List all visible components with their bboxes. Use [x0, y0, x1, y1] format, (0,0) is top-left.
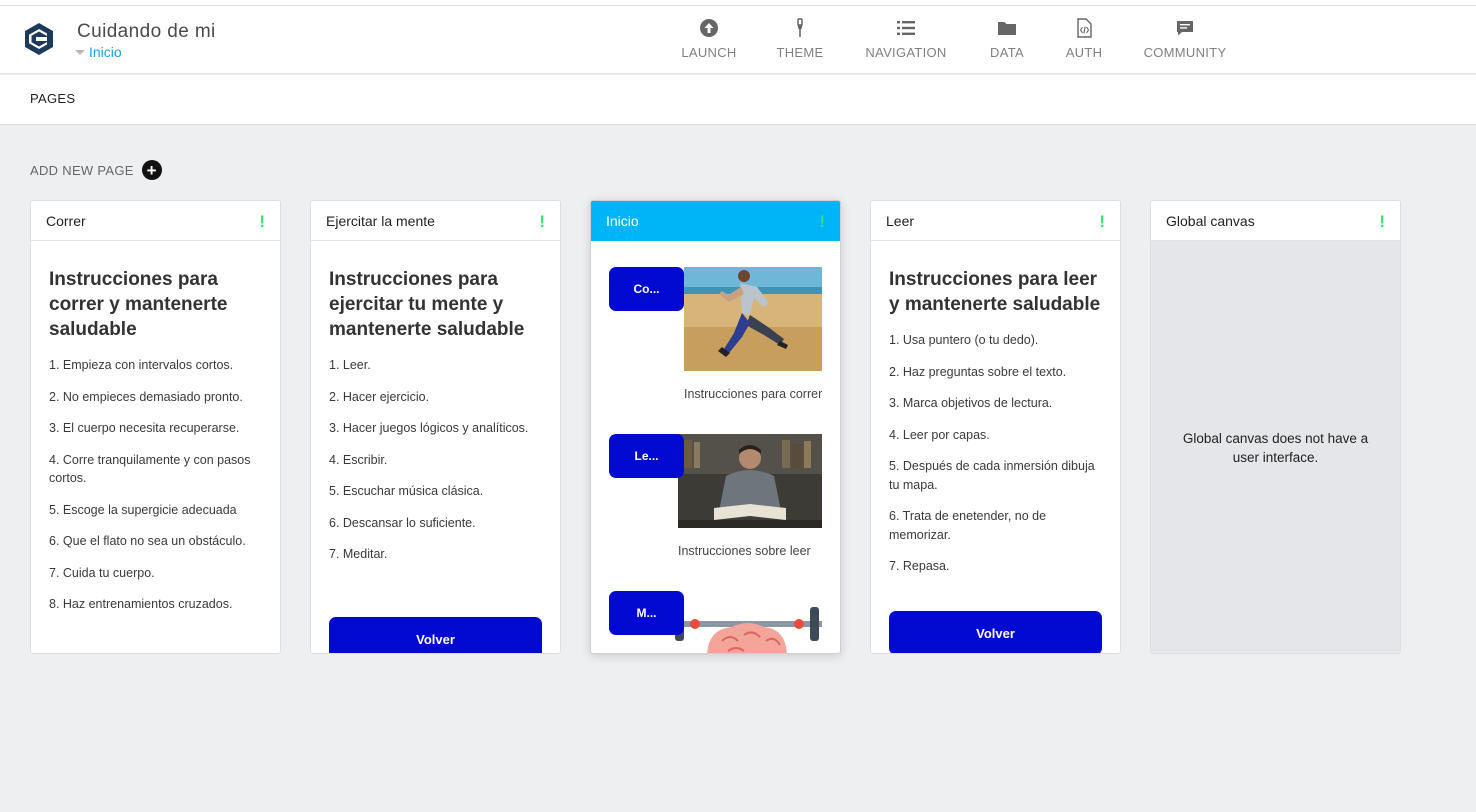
card-heading: Instrucciones para leer y mantenerte sal…	[889, 269, 1101, 315]
list-item: 6. Que el flato no sea un obstáculo.	[49, 534, 246, 548]
card-heading: Instrucciones para correr y mantenerte s…	[49, 269, 228, 340]
nav-auth-label: AUTH	[1065, 45, 1103, 60]
runner-image	[684, 267, 822, 371]
list-item: 3. Marca objetivos de lectura.	[889, 396, 1053, 410]
list-item: 4. Corre tranquilamente y con pasos cort…	[49, 452, 251, 486]
current-page-label: Inicio	[89, 44, 122, 60]
page-card-global-canvas[interactable]: Global canvas ! Global canvas does not h…	[1150, 200, 1401, 654]
status-ok-icon: !	[1379, 212, 1385, 231]
list-item: 3. Hacer juegos lógicos y analíticos.	[329, 421, 529, 435]
list-item: 2. Hacer ejercicio.	[329, 389, 430, 404]
global-canvas-placeholder: Global canvas does not have a user inter…	[1151, 241, 1400, 653]
status-ok-icon: !	[1099, 212, 1105, 231]
nav-community-label: COMMUNITY	[1143, 45, 1227, 60]
folder-icon	[998, 22, 1016, 35]
status-ok-icon: !	[819, 212, 825, 231]
list-item: 7. Repasa.	[889, 559, 950, 573]
page-card-correr[interactable]: Correr ! Instrucciones para correr y man…	[30, 200, 281, 654]
list-item: 8. Haz entrenamientos cruzados.	[49, 597, 233, 611]
instruction-list: 1. Empieza con intervalos cortos. 2. No …	[49, 356, 262, 614]
card-header[interactable]: Ejercitar la mente !	[311, 201, 560, 241]
page-selector[interactable]: Inicio	[75, 44, 122, 60]
app-logo-icon[interactable]	[22, 22, 56, 56]
list-item: 2. Haz preguntas sobre el texto.	[889, 364, 1067, 379]
brush-icon	[797, 18, 803, 37]
add-new-page-label: ADD NEW PAGE	[30, 162, 134, 178]
card-header[interactable]: Global canvas !	[1151, 201, 1400, 241]
list-item: 7. Meditar.	[329, 547, 388, 561]
nav-data-label: DATA	[990, 45, 1024, 60]
nav-launch-label: LAUNCH	[681, 45, 737, 60]
card-content: Co... Instrucciones para correr Le... In…	[591, 241, 840, 653]
card-content: Instrucciones para ejercitar tu mente y …	[311, 241, 560, 564]
plus-circle-icon: +	[141, 160, 162, 180]
volver-button[interactable]: Volver	[329, 617, 542, 653]
card-header[interactable]: Leer !	[871, 201, 1120, 241]
arrow-up-circle-icon	[700, 19, 718, 37]
page-card-ejercitar-la-mente[interactable]: Ejercitar la mente ! Instrucciones para …	[310, 200, 561, 654]
page-card-leer[interactable]: Leer ! Instrucciones para leer y mantene…	[870, 200, 1121, 654]
nav-theme[interactable]: THEME	[745, 18, 855, 60]
list-item: 2. No empieces demasiado pronto.	[49, 389, 243, 404]
instruction-list: 1. Leer. 2. Hacer ejercicio. 3. Hacer ju…	[329, 356, 542, 564]
status-ok-icon: !	[539, 212, 545, 231]
card-header[interactable]: Correr !	[31, 201, 280, 241]
card-title: Inicio	[606, 213, 639, 229]
nav-community[interactable]: COMMUNITY	[1130, 18, 1240, 60]
app-header: Cuidando de mi Inicio LAUNCH THEME NAVIG…	[0, 6, 1476, 74]
link-button-mente[interactable]: M...	[609, 591, 684, 635]
list-item: 1. Empieza con intervalos cortos.	[49, 358, 234, 372]
list-item: 7. Cuida tu cuerpo.	[49, 565, 155, 580]
card-content: Instrucciones para correr y mantenerte s…	[31, 241, 280, 614]
list-item: 1. Leer.	[329, 358, 371, 372]
list-item: 4. Escribir.	[329, 452, 388, 467]
chat-icon	[1177, 21, 1193, 36]
nav-navigation[interactable]: NAVIGATION	[851, 18, 961, 60]
caption-leer: Instrucciones sobre leer	[678, 544, 811, 558]
page-card-inicio[interactable]: Inicio ! Co... Instrucciones para correr	[590, 200, 841, 654]
card-title: Global canvas	[1166, 213, 1255, 229]
pages-bar: PAGES	[0, 75, 1476, 125]
card-content: Instrucciones para leer y mantenerte sal…	[871, 241, 1120, 576]
list-item: 6. Trata de enetender, no de memorizar.	[889, 509, 1047, 542]
pages-tab[interactable]: PAGES	[30, 91, 75, 106]
caret-down-icon	[75, 50, 85, 55]
list-item: 4. Leer por capas.	[889, 427, 990, 442]
link-button-leer[interactable]: Le...	[609, 434, 684, 478]
volver-button[interactable]: Volver	[889, 611, 1102, 653]
nav-auth[interactable]: AUTH	[1029, 18, 1139, 60]
status-ok-icon: !	[259, 212, 265, 231]
card-heading: Instrucciones para ejercitar tu mente y …	[329, 269, 525, 340]
list-icon	[897, 21, 915, 35]
code-file-icon	[1077, 18, 1092, 38]
instruction-list: 1. Usa puntero (o tu dedo). 2. Haz pregu…	[889, 331, 1102, 576]
list-item: 3. El cuerpo necesita recuperarse.	[49, 421, 240, 435]
brain-dumbbell-image	[672, 601, 822, 653]
card-title: Correr	[46, 213, 86, 229]
list-item: 6. Descansar lo suficiente.	[329, 515, 476, 530]
link-button-correr[interactable]: Co...	[609, 267, 684, 311]
list-item: 5. Después de cada inmersión dibuja tu m…	[889, 459, 1095, 492]
reading-image	[678, 434, 822, 528]
list-item: 1. Usa puntero (o tu dedo).	[889, 333, 1039, 347]
app-title: Cuidando de mi	[77, 21, 216, 42]
global-canvas-message: Global canvas does not have a user inter…	[1182, 431, 1369, 465]
nav-navigation-label: NAVIGATION	[865, 45, 947, 60]
nav-theme-label: THEME	[776, 45, 824, 60]
card-title: Leer	[886, 213, 915, 229]
add-new-page-button[interactable]: ADD NEW PAGE +	[30, 160, 162, 180]
caption-correr: Instrucciones para correr	[684, 387, 823, 401]
list-item: 5. Escuchar música clásica.	[329, 484, 484, 498]
card-header[interactable]: Inicio !	[591, 201, 840, 241]
card-title: Ejercitar la mente	[326, 213, 435, 229]
list-item: 5. Escoge la supergicie adecuada	[49, 502, 237, 517]
